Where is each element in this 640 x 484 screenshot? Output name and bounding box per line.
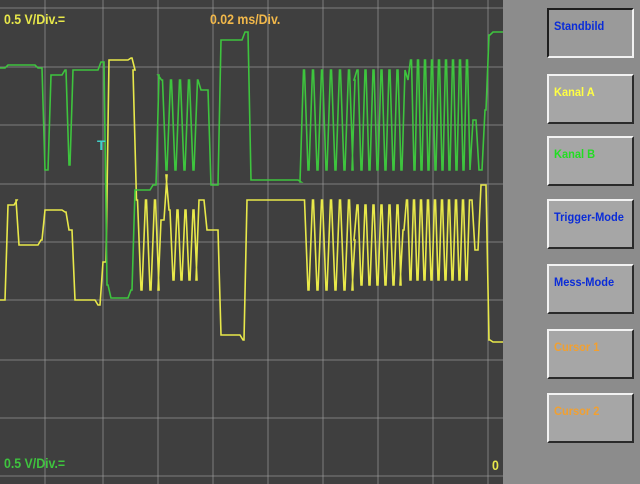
channel-a-trace [0, 57, 503, 343]
control-panel: Standbild Kanal A Kanal B Trigger-Mode M… [503, 0, 640, 484]
cursor-1-button[interactable]: Cursor 1 [547, 329, 634, 379]
kanal-b-button[interactable]: Kanal B [547, 136, 634, 186]
standbild-button[interactable]: Standbild [547, 8, 634, 58]
channel-a-scale-label: 0.5 V/Div.= [4, 11, 66, 27]
cursor-2-button-label: Cursor 2 [554, 404, 600, 418]
channel-b-trace [0, 31, 503, 299]
oscilloscope-display [0, 0, 503, 484]
trigger-mode-button[interactable]: Trigger-Mode [547, 199, 634, 249]
kanal-a-button-label: Kanal A [554, 85, 595, 99]
trigger-mode-button-label: Trigger-Mode [554, 210, 624, 224]
channel-b-scale-label: 0.5 V/Div.= [4, 455, 66, 471]
timebase-label: 0.02 ms/Div. [210, 11, 281, 27]
scope-grid [0, 0, 503, 484]
oscilloscope-screen: 0.5 V/Div.= 0.02 ms/Div. 0.5 V/Div.= 0 T [0, 0, 503, 484]
mess-mode-button-label: Mess-Mode [554, 275, 615, 289]
zero-level-marker: 0 [492, 457, 499, 473]
trigger-marker: T [97, 137, 106, 153]
mess-mode-button[interactable]: Mess-Mode [547, 264, 634, 314]
cursor-2-button[interactable]: Cursor 2 [547, 393, 634, 443]
standbild-button-label: Standbild [554, 19, 605, 33]
kanal-a-button[interactable]: Kanal A [547, 74, 634, 124]
kanal-b-button-label: Kanal B [554, 147, 596, 161]
cursor-1-button-label: Cursor 1 [554, 340, 600, 354]
